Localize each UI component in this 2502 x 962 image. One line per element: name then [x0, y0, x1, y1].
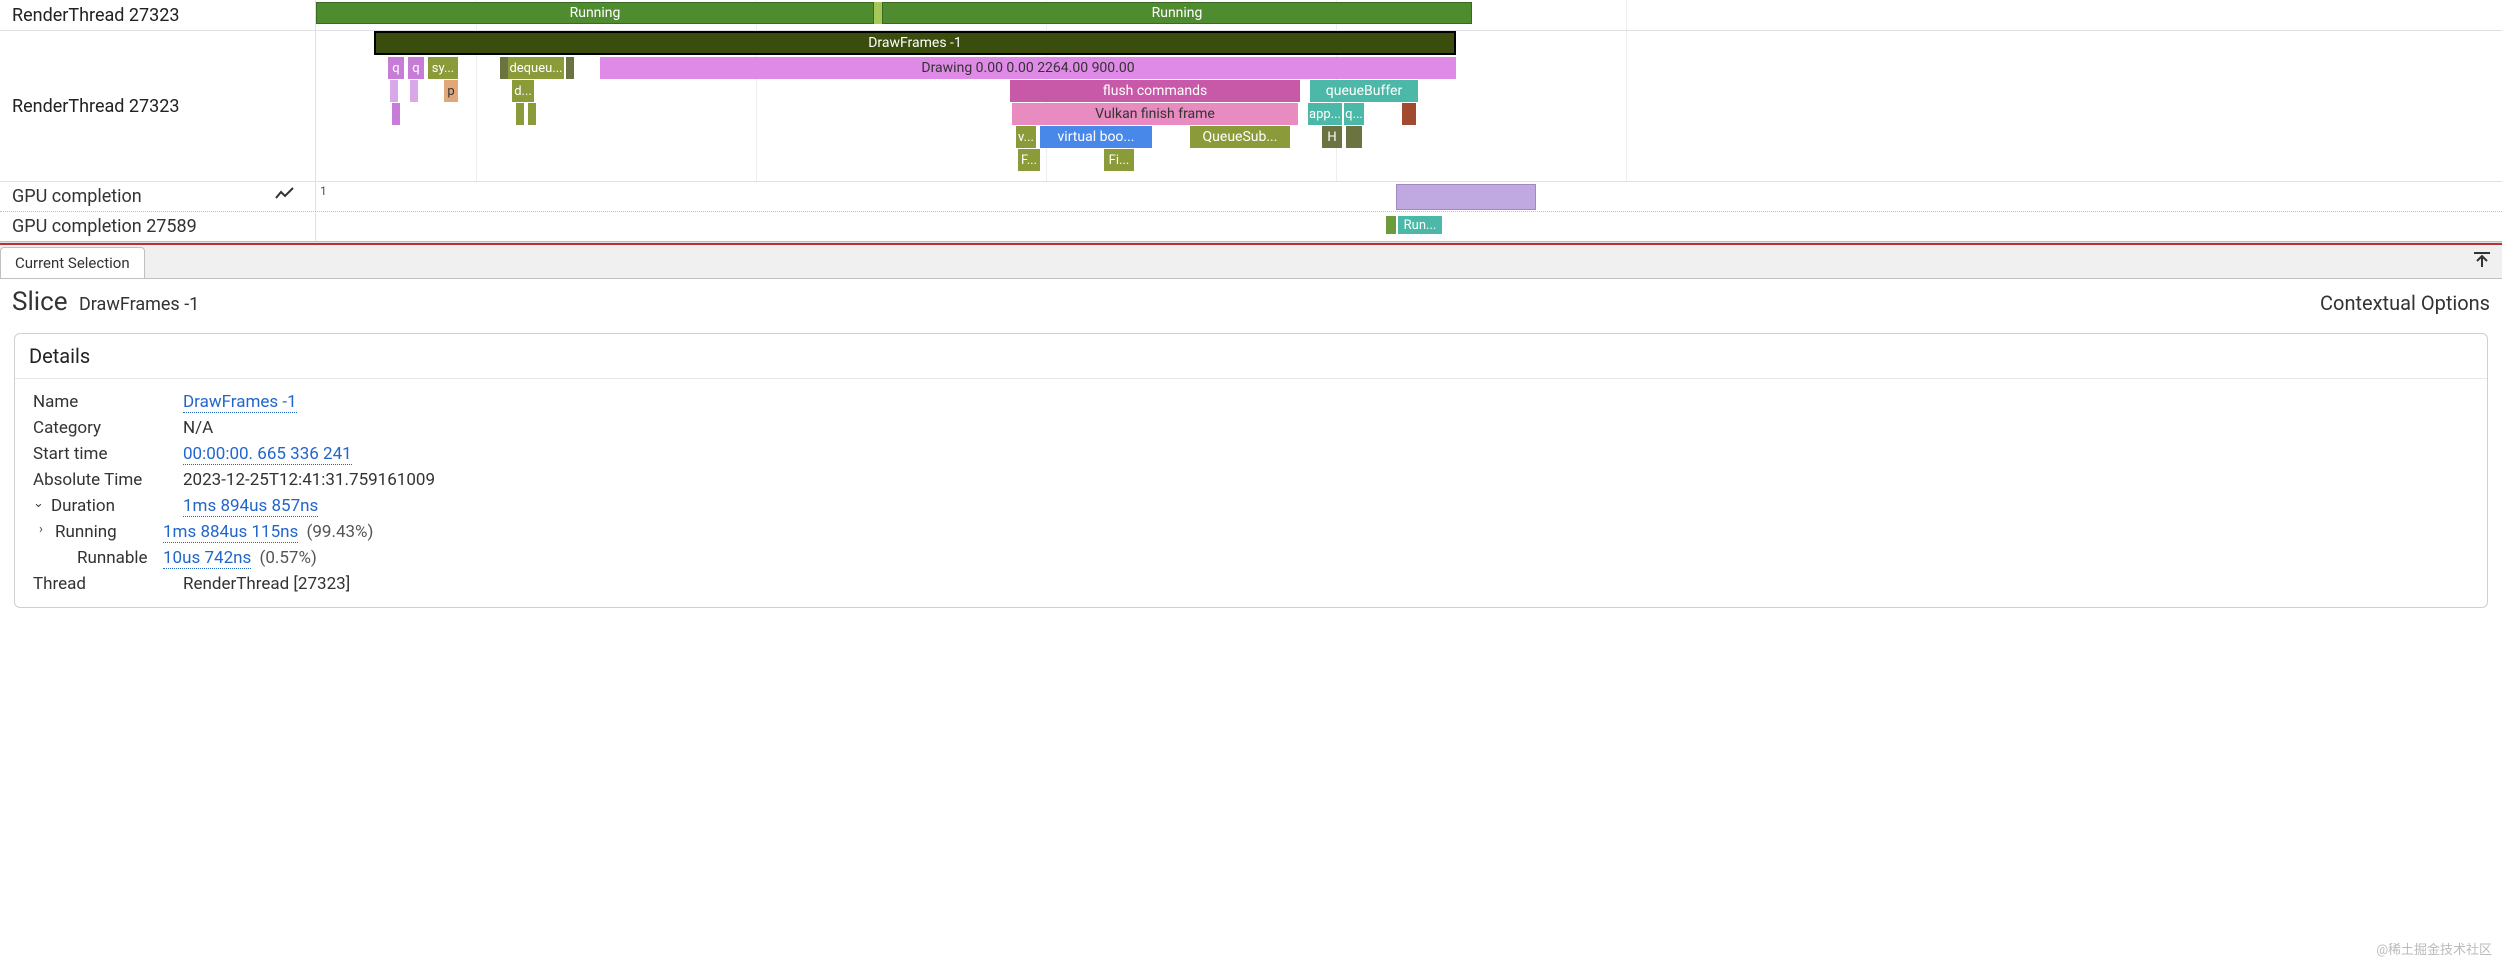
trace-queuesub[interactable]: QueueSub... [1190, 126, 1290, 148]
trace-l3-b[interactable] [410, 80, 418, 102]
detail-key-duration[interactable]: ⌄ Duration [33, 496, 183, 516]
slice-title: Slice [12, 287, 67, 317]
detail-key-running[interactable]: › Running [33, 522, 163, 542]
trace-q3[interactable]: q... [1344, 103, 1364, 125]
trace-queuebuffer[interactable]: queueBuffer [1310, 80, 1418, 102]
trace-sy[interactable]: sy... [428, 57, 458, 79]
trace-drawframes[interactable]: DrawFrames -1 [374, 31, 1456, 55]
trace-brown[interactable] [1402, 103, 1416, 125]
chevron-right-icon[interactable]: › [39, 522, 53, 537]
trace-running-2[interactable]: Running [882, 2, 1472, 24]
trace-running-1[interactable]: Running [316, 2, 874, 24]
track-label-gpu-completion-id[interactable]: GPU completion 27589 [0, 212, 316, 241]
detail-key-abs: Absolute Time [33, 470, 183, 490]
trace-drawing[interactable]: Drawing 0.00 0.00 2264.00 900.00 [600, 57, 1456, 79]
chart-line-icon [275, 186, 295, 207]
detail-val-duration[interactable]: 1ms 894us 857ns [183, 496, 318, 517]
detail-key-runnable: Runnable [33, 548, 163, 568]
detail-key-category: Category [33, 418, 183, 438]
detail-val-name[interactable]: DrawFrames -1 [183, 392, 297, 413]
trace-gap[interactable] [874, 2, 882, 24]
chevron-down-icon[interactable]: ⌄ [33, 496, 47, 511]
tab-current-selection[interactable]: Current Selection [0, 247, 145, 278]
contextual-options[interactable]: Contextual Options [2320, 291, 2490, 315]
track-label-renderthread-2[interactable]: RenderThread 27323 [0, 31, 316, 181]
details-tab-bar: Current Selection [0, 243, 2502, 279]
trace-fi[interactable]: Fi... [1104, 149, 1134, 171]
trace-v[interactable]: v... [1016, 126, 1036, 148]
trace-h[interactable]: H [1322, 126, 1342, 148]
trace-l3-a[interactable] [390, 80, 398, 102]
details-panel: Details Name DrawFrames -1 Category N/A … [14, 333, 2488, 608]
trace-tiny-r2[interactable] [1354, 126, 1362, 148]
trace-virtual[interactable]: virtual boo... [1040, 126, 1152, 148]
track-label-gpu-completion[interactable]: GPU completion [0, 182, 316, 211]
trace-q2[interactable]: q [408, 57, 424, 79]
trace-p[interactable]: p [444, 80, 458, 102]
detail-val-category: N/A [183, 418, 213, 438]
slice-name: DrawFrames -1 [79, 294, 199, 315]
trace-gpu-bar[interactable] [1396, 184, 1536, 210]
detail-val-running[interactable]: 1ms 884us 115ns [163, 522, 298, 543]
trace-d[interactable]: d... [512, 80, 534, 102]
trace-vulkan[interactable]: Vulkan finish frame [1012, 103, 1298, 125]
detail-pct-running: (99.43%) [307, 522, 374, 542]
trace-flush[interactable]: flush commands [1010, 80, 1300, 102]
trace-run-small[interactable]: Run... [1398, 216, 1442, 234]
detail-key-start: Start time [33, 444, 183, 464]
track-label-renderthread-1[interactable]: RenderThread 27323 [0, 0, 316, 30]
collapse-panel-icon[interactable] [2472, 251, 2492, 273]
trace-l4-a[interactable] [392, 103, 400, 125]
detail-val-start[interactable]: 00:00:00. 665 336 241 [183, 444, 352, 465]
details-header: Details [15, 334, 2487, 379]
trace-f1[interactable]: F... [1018, 149, 1040, 171]
trace-q1[interactable]: q [388, 57, 404, 79]
trace-bar-tiny1[interactable] [500, 57, 508, 79]
detail-val-runnable[interactable]: 10us 742ns [163, 548, 251, 569]
detail-val-abs: 2023-12-25T12:41:31.759161009 [183, 470, 435, 490]
watermark: @稀土掘金技术社区 [2376, 939, 2492, 958]
trace-tiny-r1[interactable] [1346, 126, 1354, 148]
detail-val-thread: RenderThread [27323] [183, 574, 350, 594]
gpu-count: 1 [320, 184, 327, 198]
trace-app[interactable]: app... [1308, 103, 1342, 125]
detail-key-name: Name [33, 392, 183, 412]
detail-pct-runnable: (0.57%) [260, 548, 317, 568]
trace-dequeue[interactable]: dequeu... [508, 57, 564, 79]
detail-key-thread: Thread [33, 574, 183, 594]
trace-bar-tiny2[interactable] [566, 57, 574, 79]
trace-gpu-green[interactable] [1386, 216, 1396, 234]
trace-l4-d2[interactable] [528, 103, 536, 125]
trace-l4-d1[interactable] [516, 103, 524, 125]
